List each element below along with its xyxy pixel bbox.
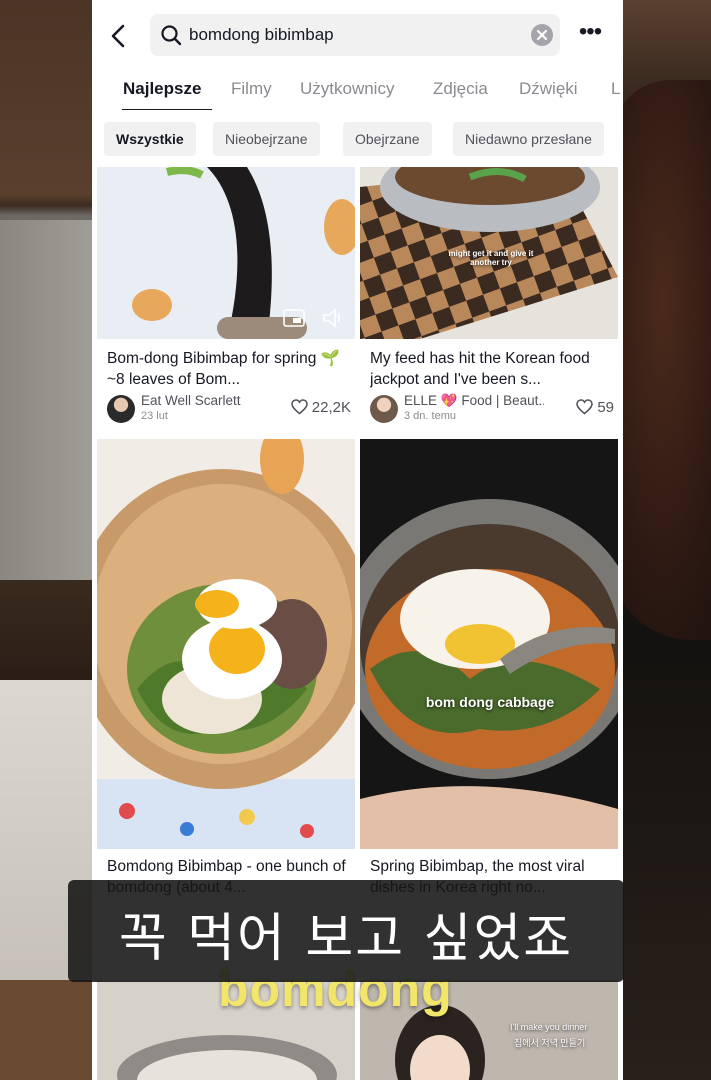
- subtitle-text: 꼭 먹어 보고 싶었죠: [118, 909, 574, 969]
- author-row: Eat Well Scarlett 23 lut 22,2K: [107, 393, 351, 425]
- tab-uzytkownicy[interactable]: Użytkownicy: [300, 79, 394, 99]
- avatar[interactable]: [370, 395, 398, 423]
- author-name[interactable]: Eat Well Scarlett: [141, 393, 281, 408]
- search-icon: [161, 25, 182, 46]
- background-wall: [0, 220, 92, 580]
- video-card[interactable]: might get it and give it another try My …: [360, 167, 618, 429]
- clear-icon[interactable]: [530, 23, 554, 47]
- background-floor: [0, 980, 92, 1080]
- video-overlay-text: might get it and give it another try: [448, 249, 534, 267]
- video-overlay-text-ko: 집에서 저녁 만들기: [514, 1038, 586, 1048]
- chip-niedawno-przeslane[interactable]: Niedawno przesłane: [453, 122, 604, 156]
- chip-wszystkie[interactable]: Wszystkie: [104, 122, 196, 156]
- background-counter: [0, 580, 92, 680]
- tab-more[interactable]: L: [611, 79, 620, 99]
- subtitle-caption: 꼭 먹어 보고 싶었죠: [68, 880, 624, 982]
- avatar[interactable]: [107, 395, 135, 423]
- tab-dzwieki[interactable]: Dźwięki: [519, 79, 578, 99]
- video-card[interactable]: bom dong cabbage Spring Bibimbap, the mo…: [360, 439, 618, 899]
- like-count-value: 59: [597, 399, 614, 416]
- video-thumbnail: [97, 439, 355, 849]
- video-overlay-text: bom dong cabbage: [425, 694, 555, 710]
- active-tab-indicator: [122, 109, 212, 110]
- chip-obejrzane[interactable]: Obejrzane: [343, 122, 432, 156]
- like-count: 59: [576, 399, 614, 416]
- video-card[interactable]: Bomdong Bibimbap - one bunch of bomdong …: [97, 439, 355, 899]
- search-input[interactable]: bomdong bibimbap: [150, 14, 560, 56]
- back-button[interactable]: [106, 22, 132, 50]
- more-options-icon[interactable]: •••: [576, 20, 604, 48]
- volume-icon[interactable]: [321, 307, 345, 329]
- like-count-value: 22,2K: [311, 399, 351, 416]
- video-overlay-text: I'll make you dinner: [510, 1022, 588, 1032]
- picture-in-picture-icon[interactable]: [283, 309, 305, 327]
- background-hair: [611, 80, 711, 640]
- chevron-left-icon: [111, 24, 125, 48]
- video-card[interactable]: Bom-dong Bibimbap for spring 🌱 ~8 leaves…: [97, 167, 355, 429]
- like-count: 22,2K: [290, 399, 351, 416]
- search-query: bomdong bibimbap: [189, 25, 334, 44]
- heart-icon: [290, 399, 308, 415]
- author-name[interactable]: ELLE 💖 Food | Beaut...: [404, 393, 544, 409]
- video-title: Bom-dong Bibimbap for spring 🌱 ~8 leaves…: [107, 350, 340, 388]
- tab-zdjecia[interactable]: Zdjęcia: [433, 79, 488, 99]
- post-date: 3 dn. temu: [404, 410, 456, 422]
- post-date: 23 lut: [141, 410, 168, 422]
- tab-najlepsze[interactable]: Najlepsze: [123, 79, 201, 99]
- author-row: ELLE 💖 Food | Beaut... 3 dn. temu 59: [370, 393, 614, 425]
- video-thumbnail: might get it and give it another try: [360, 167, 618, 339]
- search-header: bomdong bibimbap •••: [92, 0, 623, 72]
- heart-icon: [576, 399, 593, 415]
- chip-nieobejrzane[interactable]: Nieobejrzane: [213, 122, 320, 156]
- video-thumbnail: [97, 167, 355, 339]
- video-thumbnail: bom dong cabbage: [360, 439, 618, 849]
- tab-bar: Najlepsze Filmy Użytkownicy Zdjęcia Dźwi…: [92, 72, 623, 110]
- tab-filmy[interactable]: Filmy: [231, 79, 272, 99]
- video-title: My feed has hit the Korean food jackpot …: [370, 350, 590, 388]
- filter-chips: Wszystkie Nieobejrzane Obejrzane Niedawn…: [92, 120, 623, 160]
